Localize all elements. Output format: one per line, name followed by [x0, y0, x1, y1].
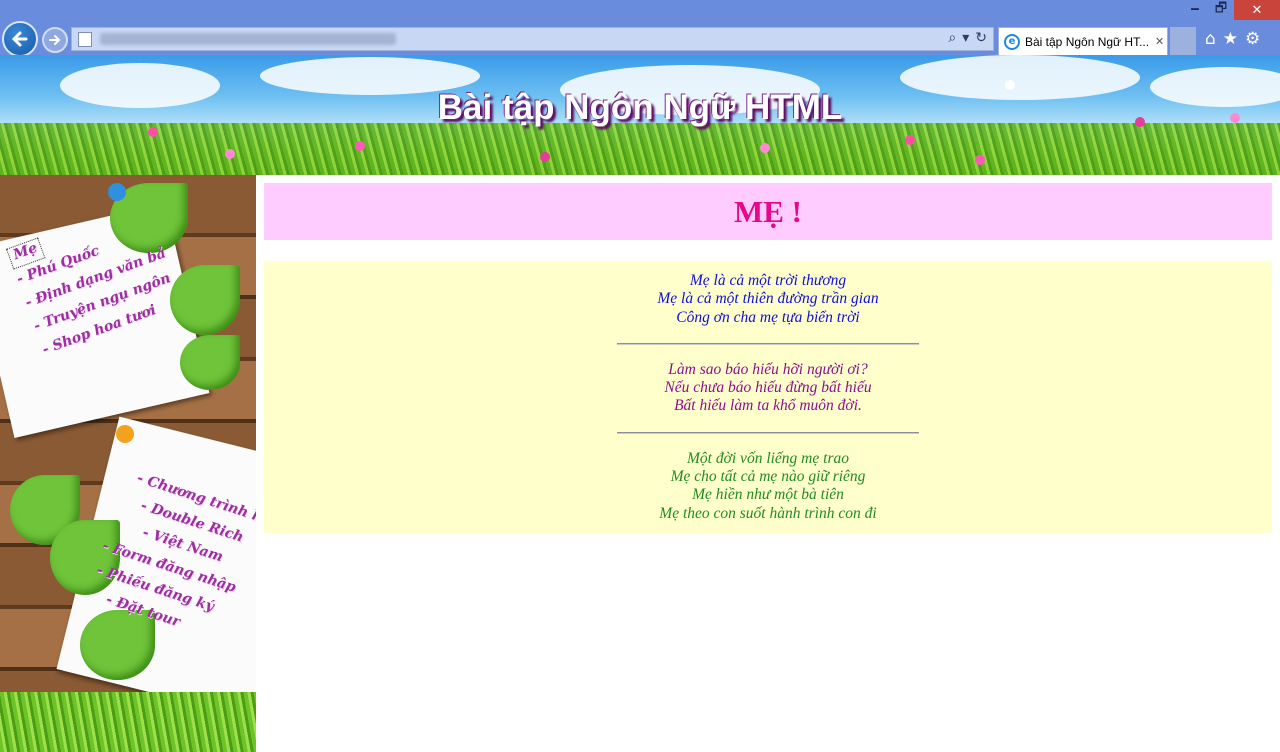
forward-arrow-icon: [49, 35, 61, 45]
back-button[interactable]: [2, 21, 38, 57]
page-title: MẸ !: [733, 193, 802, 229]
forward-button[interactable]: [42, 27, 68, 53]
pushpin-icon: [116, 425, 134, 443]
heading-box: MẸ !: [264, 183, 1272, 240]
page-banner: Bài tập Ngôn Ngữ HTML: [0, 55, 1280, 175]
restore-button[interactable]: 🗗: [1208, 0, 1234, 20]
gear-icon[interactable]: ⚙: [1245, 29, 1260, 49]
grass-decoration: [0, 692, 256, 752]
poem-line: Mẹ cho tất cả mẹ nào giữ riêng: [670, 468, 866, 486]
horizontal-rule: [617, 342, 919, 345]
poem-line: Công ơn cha mẹ tựa biển trời: [676, 308, 860, 326]
address-bar[interactable]: ⌕ ▾ ↻: [71, 27, 994, 51]
poem-line: Làm sao báo hiếu hỡi người ơi?: [668, 360, 868, 378]
tab-close-icon[interactable]: ✕: [1155, 35, 1164, 48]
poem-line: Nếu chưa báo hiếu đừng bất hiếu: [664, 379, 872, 397]
address-url-blurred: [100, 33, 396, 45]
horizontal-rule: [617, 431, 919, 434]
tab-title: Bài tập Ngôn Ngữ HT...: [1025, 34, 1150, 49]
home-icon[interactable]: ⌂: [1205, 29, 1216, 49]
banner-title: Bài tập Ngôn Ngữ HTML: [437, 88, 843, 127]
toolbar-icons: ⌂ ★ ⚙: [1205, 29, 1260, 49]
poem-stanza-1: Mẹ là cả một trời thương Mẹ là cả một th…: [264, 272, 1272, 327]
poem-line: Mẹ hiền như một bà tiên: [692, 486, 844, 504]
close-button[interactable]: ✕: [1234, 0, 1280, 20]
poem-line: Bất hiếu làm ta khổ muôn đời.: [674, 397, 862, 415]
refresh-icon[interactable]: ↻: [975, 30, 987, 46]
poem-line: Một đời vốn liếng mẹ trao: [687, 449, 849, 467]
search-icon[interactable]: ⌕: [948, 30, 956, 46]
page-icon: [78, 32, 92, 47]
poem-stanza-2: Làm sao báo hiếu hỡi người ơi? Nếu chưa …: [264, 361, 1272, 416]
back-arrow-icon: [11, 31, 28, 47]
new-tab-button[interactable]: [1170, 27, 1196, 55]
poem-line: Mẹ là cả một trời thương: [689, 272, 847, 289]
grass-decoration: [0, 123, 1280, 175]
poem-line: Mẹ theo con suốt hành trình con đi: [659, 504, 877, 522]
browser-chrome: 🗕 🗗 ✕ ⌕ ▾ ↻ e Bài tập Ngôn Ngữ HT... ✕ ⌂…: [0, 0, 1280, 57]
favorites-star-icon[interactable]: ★: [1223, 29, 1238, 49]
poem-line: Mẹ là cả một thiên đường trần gian: [657, 290, 879, 308]
pushpin-icon: [108, 183, 126, 201]
search-dropdown-icon[interactable]: ▾: [962, 30, 969, 46]
address-tools: ⌕ ▾ ↻: [948, 30, 987, 46]
poem-box: Mẹ là cả một trời thương Mẹ là cả một th…: [264, 261, 1272, 533]
minimize-button[interactable]: 🗕: [1182, 0, 1208, 20]
window-controls: 🗕 🗗 ✕: [1182, 0, 1280, 20]
ie-logo-icon: e: [1004, 33, 1020, 50]
sidebar-nav: Mẹ - Phú Quốc - Định dạng văn bả - Truyệ…: [0, 175, 256, 752]
poem-stanza-3: Một đời vốn liếng mẹ trao Mẹ cho tất cả …: [264, 450, 1272, 523]
tab-active[interactable]: e Bài tập Ngôn Ngữ HT... ✕: [998, 27, 1168, 55]
